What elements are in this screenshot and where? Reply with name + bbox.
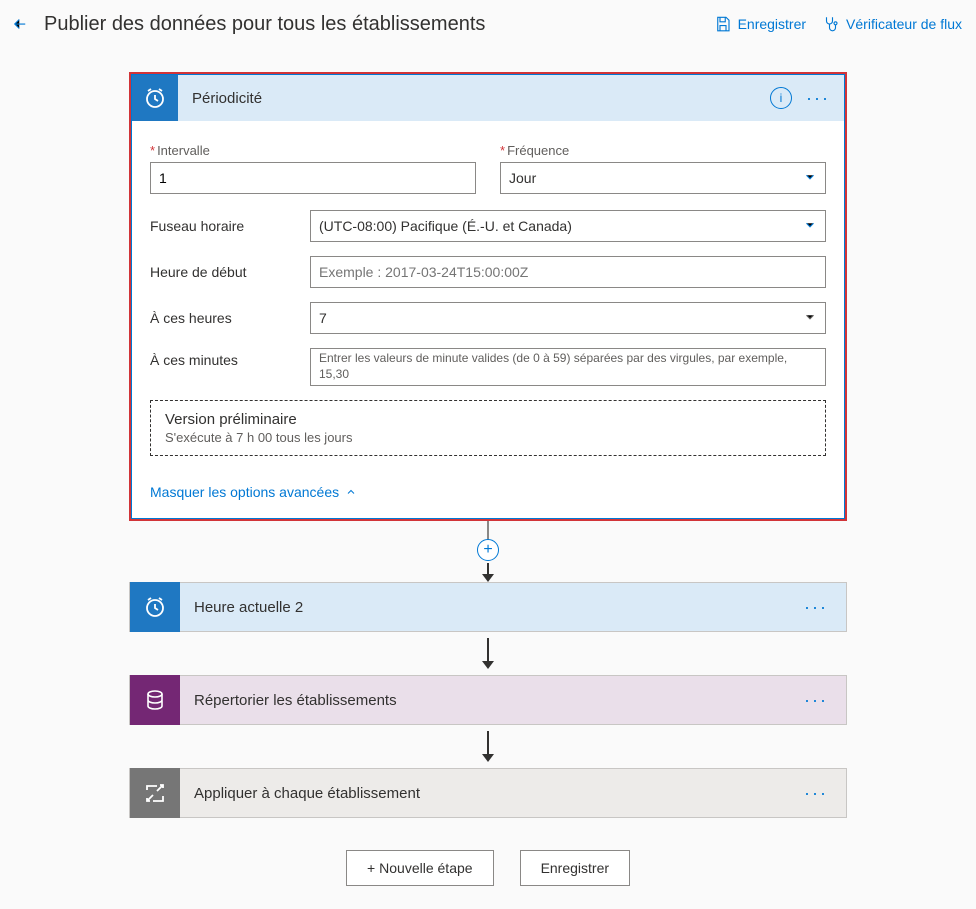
at-minutes-label: À ces minutes (150, 348, 310, 368)
interval-label: *Intervalle (150, 143, 476, 158)
recurrence-body: *Intervalle *Fréquence Jour Fuseau horai… (132, 121, 844, 476)
footer-buttons: + Nouvelle étape Enregistrer (346, 850, 630, 886)
more-menu[interactable]: ··· (804, 690, 846, 711)
recurrence-actions: i ··· (770, 87, 844, 109)
clock-icon (132, 75, 178, 121)
save-button[interactable]: Enregistrer (714, 15, 806, 33)
recurrence-header[interactable]: Périodicité i ··· (132, 75, 844, 121)
row-interval-frequency: *Intervalle *Fréquence Jour (150, 143, 826, 194)
flow-canvas: Périodicité i ··· *Intervalle *Fréquence (0, 44, 976, 886)
at-minutes-input[interactable]: Entrer les valeurs de minute valides (de… (310, 348, 826, 386)
more-menu[interactable]: ··· (804, 597, 846, 618)
step-list-establishments[interactable]: Répertorier les établissements ··· (129, 675, 847, 725)
stethoscope-icon (822, 15, 840, 33)
more-menu[interactable]: ··· (804, 783, 846, 804)
recurrence-card: Périodicité i ··· *Intervalle *Fréquence (131, 74, 845, 519)
timezone-value: (UTC-08:00) Pacifique (É.-U. et Canada) (319, 218, 572, 234)
at-hours-label: À ces heures (150, 310, 310, 326)
page-title: Publier des données pour tous les établi… (44, 13, 714, 36)
save-button-footer[interactable]: Enregistrer (520, 850, 630, 886)
more-menu[interactable]: ··· (806, 88, 830, 109)
clock-icon (130, 582, 180, 632)
at-hours-select[interactable]: 7 (310, 302, 826, 334)
connector (487, 521, 489, 541)
arrow-connector (482, 731, 494, 762)
hide-advanced-toggle[interactable]: Masquer les options avancées (132, 476, 844, 518)
timezone-label: Fuseau horaire (150, 218, 310, 234)
step-title: Répertorier les établissements (180, 692, 804, 709)
frequency-value: Jour (509, 170, 536, 186)
row-at-minutes: À ces minutes Entrer les valeurs de minu… (150, 348, 826, 386)
loop-icon (130, 768, 180, 818)
top-bar: Publier des données pour tous les établi… (0, 0, 976, 44)
database-icon (130, 675, 180, 725)
chevron-down-icon (803, 170, 817, 187)
at-hours-value: 7 (319, 310, 327, 326)
save-label: Enregistrer (738, 16, 806, 32)
preview-desc: S'exécute à 7 h 00 tous les jours (165, 430, 811, 445)
add-step-inline[interactable]: + (477, 539, 499, 561)
recurrence-title: Périodicité (178, 90, 770, 107)
interval-input[interactable] (150, 162, 476, 194)
timezone-select[interactable]: (UTC-08:00) Pacifique (É.-U. et Canada) (310, 210, 826, 242)
arrow-connector (482, 563, 494, 582)
preview-box: Version préliminaire S'exécute à 7 h 00 … (150, 400, 826, 456)
row-at-hours: À ces heures 7 (150, 302, 826, 334)
start-time-input[interactable] (310, 256, 826, 288)
flow-checker-label: Vérificateur de flux (846, 16, 962, 32)
top-actions: Enregistrer Vérificateur de flux (714, 15, 962, 33)
step-title: Appliquer à chaque établissement (180, 785, 804, 802)
arrow-connector (482, 638, 494, 669)
chevron-down-icon (803, 310, 817, 327)
back-button[interactable] (6, 10, 34, 38)
chevron-up-icon (345, 486, 357, 498)
start-time-label: Heure de début (150, 264, 310, 280)
info-icon[interactable]: i (770, 87, 792, 109)
frequency-label: *Fréquence (500, 143, 826, 158)
step-apply-each[interactable]: Appliquer à chaque établissement ··· (129, 768, 847, 818)
new-step-button[interactable]: + Nouvelle étape (346, 850, 494, 886)
row-timezone: Fuseau horaire (UTC-08:00) Pacifique (É.… (150, 210, 826, 242)
flow-checker-button[interactable]: Vérificateur de flux (822, 15, 962, 33)
chevron-down-icon (803, 218, 817, 235)
recurrence-highlight: Périodicité i ··· *Intervalle *Fréquence (129, 72, 847, 521)
frequency-select[interactable]: Jour (500, 162, 826, 194)
step-title: Heure actuelle 2 (180, 599, 804, 616)
preview-title: Version préliminaire (165, 411, 811, 428)
step-current-time[interactable]: Heure actuelle 2 ··· (129, 582, 847, 632)
save-icon (714, 15, 732, 33)
row-start-time: Heure de début (150, 256, 826, 288)
